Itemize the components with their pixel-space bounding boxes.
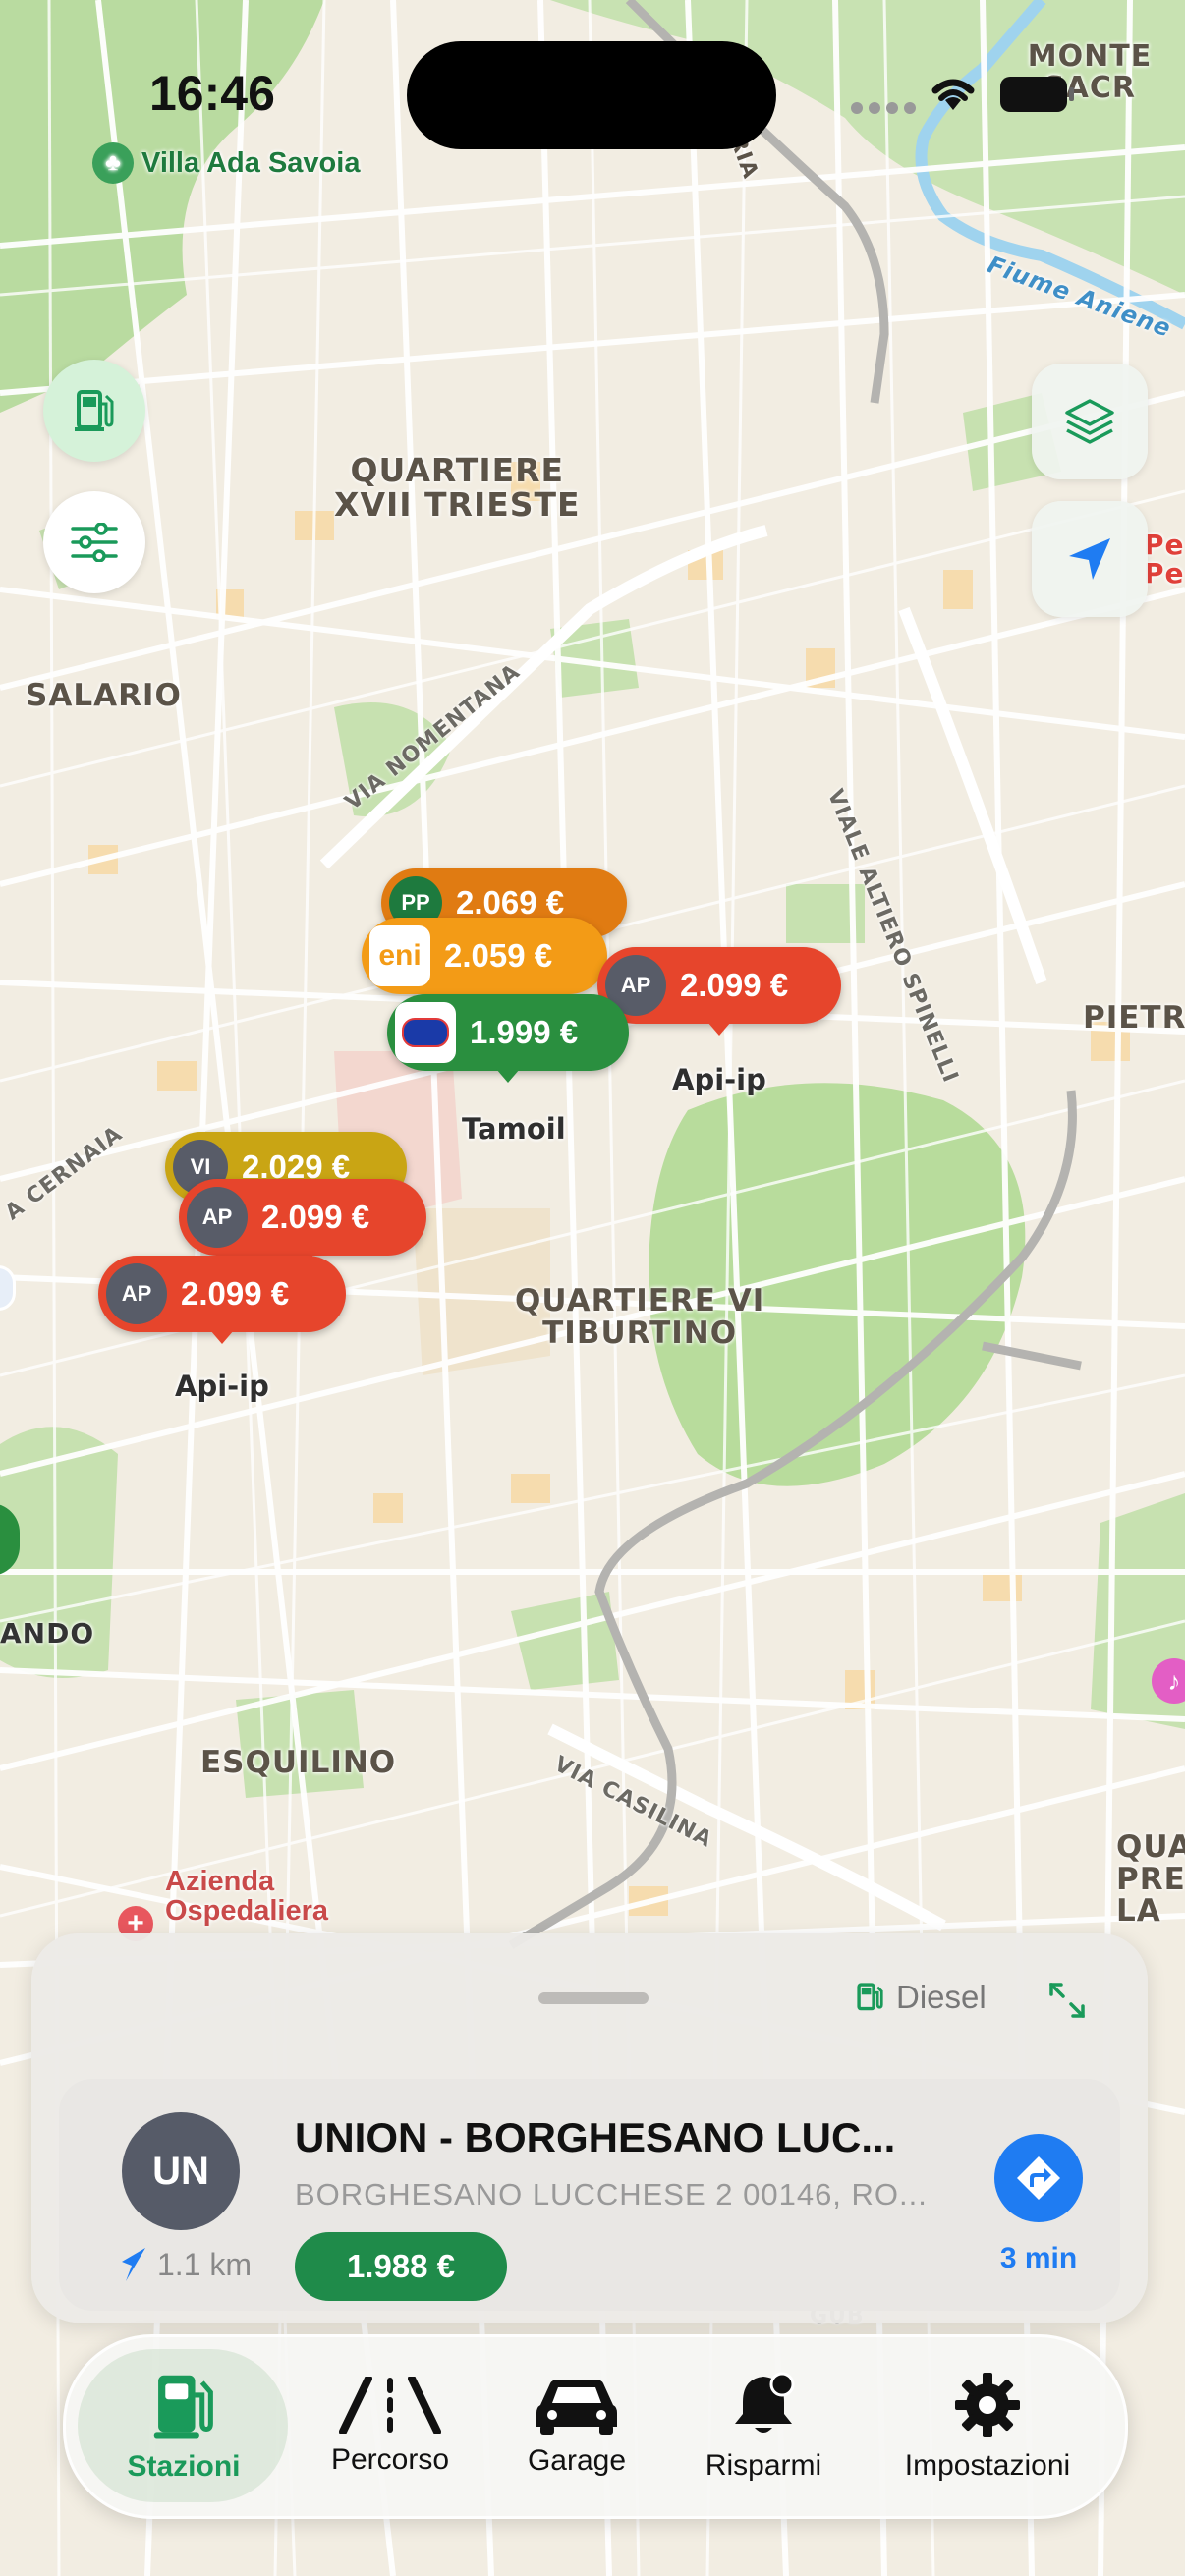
- directions-icon: [1017, 2156, 1060, 2200]
- battery-tip: [1069, 87, 1074, 101]
- sliders-icon: [71, 523, 118, 562]
- map-label-trieste: QUARTIERE XVII TRIESTE: [334, 451, 581, 524]
- station-distance: 1.1 km: [120, 2246, 252, 2283]
- brand-logo-ap: AP: [106, 1263, 167, 1324]
- tab-percorso[interactable]: Percorso: [292, 2337, 488, 2516]
- station-card[interactable]: UN 1.1 km UNION - BORGHESANO LUC... BORG…: [59, 2079, 1120, 2311]
- pin-price: 2.059 €: [444, 937, 553, 974]
- tab-impostazioni[interactable]: Impostazioni: [862, 2337, 1113, 2516]
- tamoil-logo-icon: [402, 1018, 449, 1047]
- fuel-pump-icon: [153, 2375, 213, 2439]
- bell-icon: [735, 2372, 795, 2433]
- map-label-villa: ♣ Villa Ada Savoia: [92, 142, 360, 184]
- pin-label: Tamoil: [462, 1112, 566, 1146]
- eta-label: 3 min: [999, 2242, 1078, 2274]
- direction-arrow-icon: [122, 2248, 145, 2281]
- brand-logo-eni: eni: [369, 925, 430, 986]
- station-price-badge: 1.988 €: [295, 2232, 507, 2301]
- fuel-type-selector[interactable]: Diesel: [855, 1979, 987, 2016]
- map-label-pe: Pe Pe: [1144, 529, 1185, 590]
- tab-label: Stazioni: [127, 2450, 241, 2483]
- map-label-qua: QUA PRE LA: [1116, 1829, 1185, 1930]
- sheet-grabber[interactable]: [538, 1992, 649, 2004]
- fuel-pump-icon: [75, 390, 114, 431]
- status-time: 16:46: [149, 66, 275, 121]
- tab-label: Percorso: [330, 2443, 450, 2476]
- fuel-filter-button[interactable]: [43, 360, 145, 462]
- map-label-salario: SALARIO: [26, 678, 182, 713]
- pin-label: Api-ip: [175, 1370, 269, 1403]
- brand-logo-ap: AP: [187, 1187, 248, 1248]
- price-pin[interactable]: AP 2.099 €: [98, 1256, 346, 1344]
- station-name: UNION - BORGHESANO LUC...: [295, 2114, 896, 2160]
- pin-price: 2.099 €: [680, 967, 789, 1003]
- pin-price: 1.999 €: [470, 1014, 579, 1050]
- tab-label: Garage: [527, 2444, 627, 2477]
- station-sheet[interactable]: Diesel UN 1.1 km UNION - BORGHESANO LUC.…: [31, 1933, 1148, 2323]
- locate-me-button[interactable]: [1032, 501, 1148, 617]
- distance-label: 1.1 km: [157, 2246, 253, 2282]
- car-icon: [536, 2380, 617, 2435]
- map-label-esquilino: ESQUILINO: [200, 1745, 397, 1780]
- wifi-icon: [931, 79, 975, 110]
- tab-stazioni[interactable]: Stazioni: [76, 2337, 292, 2516]
- map-label-tiburtino: QUARTIERE VI TIBURTINO: [515, 1283, 765, 1351]
- gear-icon: [955, 2373, 1020, 2437]
- navigate-button[interactable]: [994, 2134, 1083, 2222]
- tab-label: Impostazioni: [904, 2449, 1071, 2482]
- battery-icon: [1000, 77, 1067, 112]
- map-layers-button[interactable]: [1032, 364, 1148, 479]
- price-pin[interactable]: 1.999 €: [387, 994, 629, 1083]
- tab-garage[interactable]: Garage: [488, 2337, 665, 2516]
- pin-label: Api-ip: [672, 1063, 766, 1096]
- tree-icon: ♣: [92, 142, 134, 184]
- price-pin[interactable]: AP 2.099 €: [179, 1179, 426, 1267]
- signal-dots-icon: [851, 102, 916, 114]
- pin-price: 2.099 €: [261, 1199, 370, 1235]
- layers-icon: [1065, 399, 1114, 444]
- map-label-pietra: PIETRA: [1083, 1000, 1185, 1036]
- location-arrow-icon: [1069, 538, 1110, 580]
- tab-bar: Stazioni Percorso Garage Risparmi Impost…: [63, 2334, 1128, 2519]
- filters-button[interactable]: [43, 491, 145, 593]
- map-label-azienda: Azienda Ospedaliera: [165, 1866, 329, 1928]
- price-pin[interactable]: AP 2.099 €: [597, 947, 841, 1036]
- fuel-pump-icon: [857, 1983, 883, 2011]
- brand-logo-tamoil: [395, 1002, 456, 1063]
- tab-label: Risparmi: [705, 2449, 822, 2482]
- tab-risparmi[interactable]: Risparmi: [665, 2337, 862, 2516]
- map-label-ando: ANDO: [0, 1617, 95, 1650]
- price-pin[interactable]: eni 2.059 €: [362, 918, 607, 1006]
- road-icon: [339, 2377, 441, 2434]
- station-avatar: UN: [122, 2112, 240, 2230]
- dynamic-island: [407, 41, 776, 149]
- pin-price: 2.069 €: [456, 884, 565, 921]
- expand-icon[interactable]: [1047, 1981, 1087, 2020]
- station-address: BORGHESANO LUCCHESE 2 00146, RO...: [295, 2177, 928, 2212]
- fuel-type-label: Diesel: [896, 1979, 987, 2015]
- pin-price: 2.099 €: [181, 1275, 290, 1312]
